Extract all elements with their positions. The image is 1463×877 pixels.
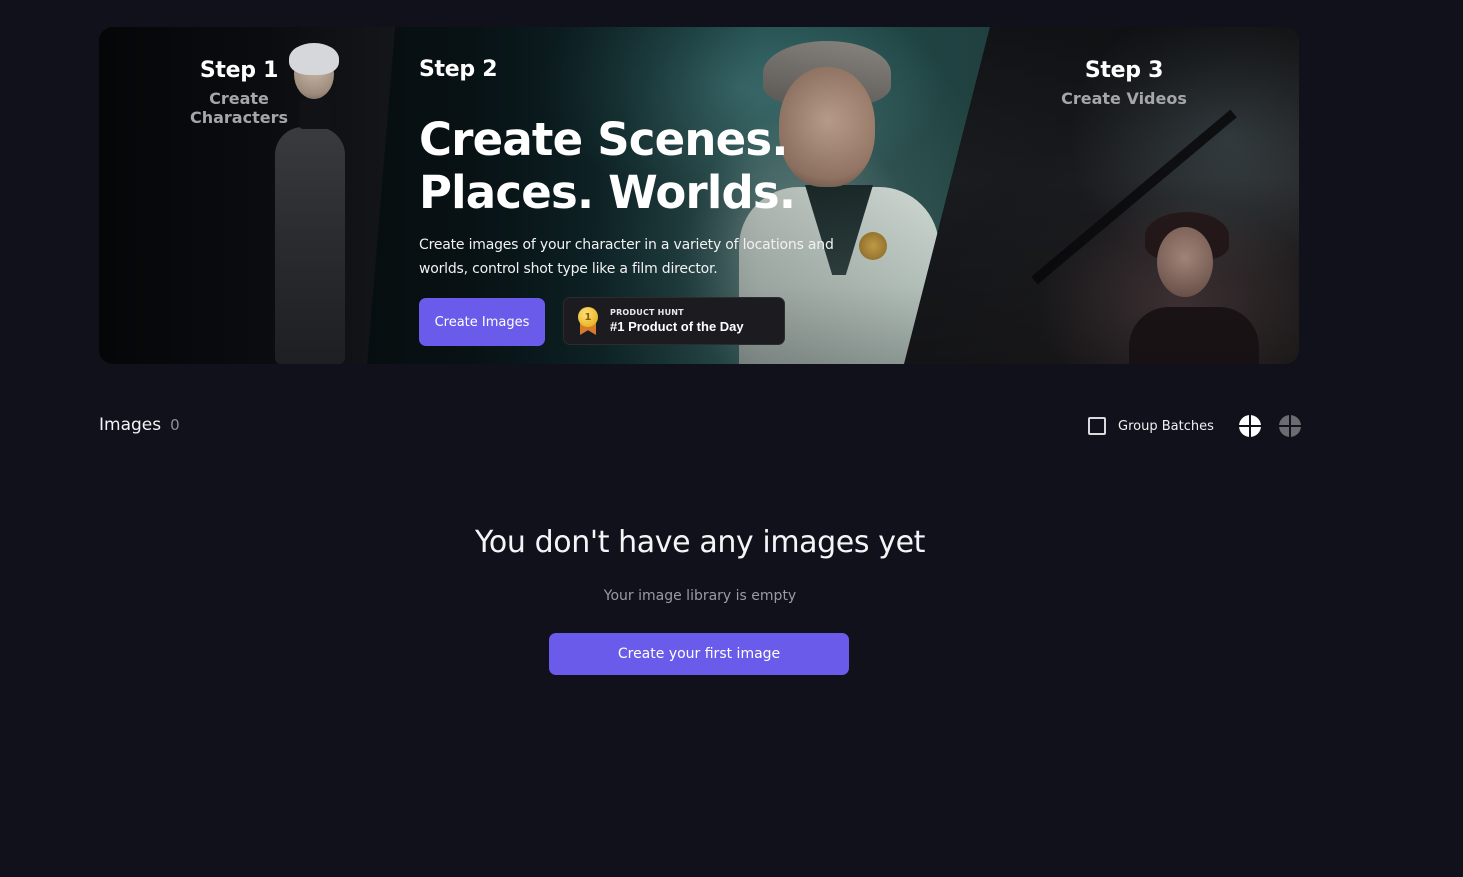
character-figure [275, 127, 345, 364]
step2-label: Step 2 [419, 57, 498, 82]
product-hunt-text: PRODUCT HUNT #1 Product of the Day [610, 308, 744, 334]
grid-small-view-icon[interactable] [1278, 415, 1301, 437]
images-header: Images 0 [99, 415, 180, 435]
step3-subtitle: Create Videos [1061, 89, 1187, 108]
product-hunt-award: #1 Product of the Day [610, 319, 744, 334]
hero-heading-line2: Places. Worlds. [419, 166, 796, 219]
step3-title: Step 3 [1084, 58, 1164, 83]
step1-subtitle: Create Characters [189, 89, 288, 127]
group-batches-checkbox[interactable] [1088, 417, 1106, 435]
product-hunt-badge[interactable]: 1 PRODUCT HUNT #1 Product of the Day [563, 297, 785, 345]
grid-cell [1278, 427, 1289, 437]
hero-heading-line1: Create Scenes. [419, 113, 788, 166]
empty-state-title: You don't have any images yet [474, 525, 926, 560]
grid-cell [1238, 427, 1249, 437]
images-toolbar: Group Batches [1088, 414, 1301, 438]
images-title: Images [99, 415, 162, 435]
medal-number: 1 [578, 307, 598, 327]
create-images-button[interactable]: Create Images [419, 298, 545, 346]
hero-banner: Step 1 Create Characters Step 2 Step 3 C… [99, 27, 1299, 364]
grid-cell [1238, 415, 1249, 425]
step3-label[interactable]: Step 3 Create Videos [1049, 58, 1199, 108]
hero-heading: Create Scenes. Places. Worlds. [419, 113, 839, 219]
grid-large-view-icon[interactable] [1238, 415, 1261, 437]
grid-cell [1290, 415, 1301, 425]
step2-title: Step 2 [419, 57, 498, 82]
page: Step 1 Create Characters Step 2 Step 3 C… [0, 0, 1463, 877]
grid-cell [1278, 415, 1289, 425]
hero-description: Create images of your character in a var… [419, 237, 834, 277]
step1-title: Step 1 [199, 58, 279, 83]
group-batches-label[interactable]: Group Batches [1118, 419, 1214, 434]
grid-cell [1250, 415, 1261, 425]
medal-icon: 1 [576, 307, 600, 335]
grid-cell [1290, 427, 1301, 437]
empty-state-subtitle: Your image library is empty [603, 588, 797, 604]
grid-cell [1250, 427, 1261, 437]
step1-label[interactable]: Step 1 Create Characters [159, 58, 319, 127]
product-hunt-label: PRODUCT HUNT [610, 308, 684, 317]
images-count: 0 [170, 416, 180, 434]
create-first-image-button[interactable]: Create your first image [549, 633, 849, 675]
